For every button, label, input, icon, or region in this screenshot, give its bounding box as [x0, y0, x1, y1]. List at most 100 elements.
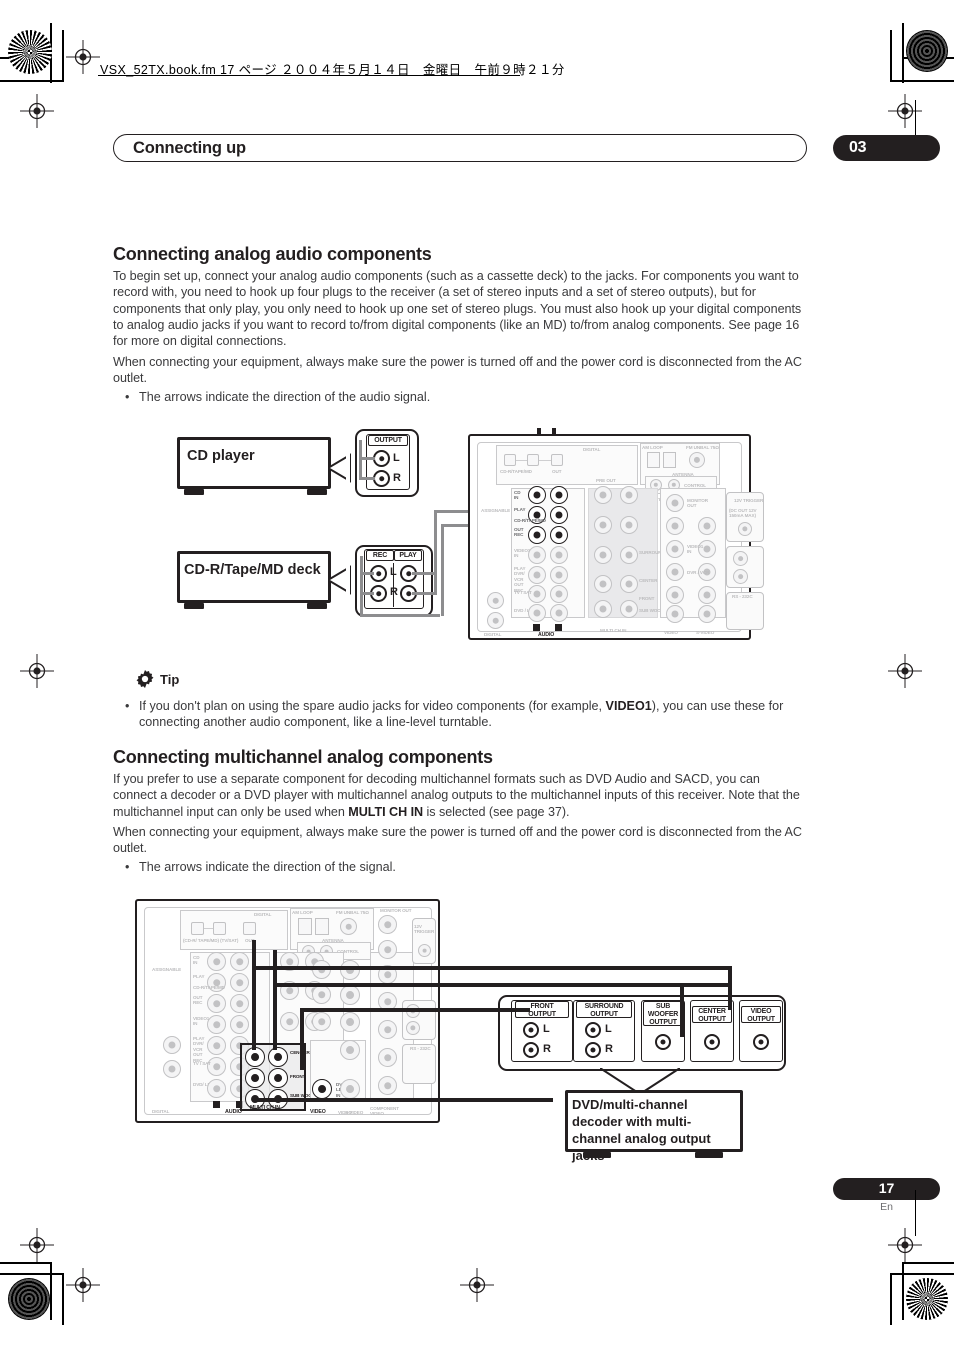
crop-rule [890, 1273, 954, 1275]
digital-in-jack [504, 454, 516, 466]
video1-in-video-jack [666, 540, 684, 558]
sub-woofer-output-jack [655, 1034, 671, 1050]
multi-ch-front-jack-2 [268, 1047, 288, 1067]
svideo-jack-2 [340, 1040, 360, 1060]
ir-jack [733, 569, 748, 584]
bullet-arrows-audio-signal: • The arrows indicate the direction of t… [113, 389, 793, 405]
tip-heading: Tip [160, 672, 180, 687]
video-section-label: VIDEO [664, 630, 678, 635]
tip-bullet: • If you don't plan on using the spare a… [113, 698, 807, 731]
multi-ch-center-jack-2 [245, 1047, 265, 1067]
dvr-vcr-video-label: DVR / VCR [687, 570, 710, 575]
cdr-rec-jack-r [550, 526, 568, 544]
dvr-out-svideo-jack [698, 586, 716, 604]
front-output-jack-r-label: R [543, 1043, 551, 1055]
component-jack-2 [378, 1020, 397, 1039]
multi-ch-center-jack [594, 575, 612, 593]
crop-rule [890, 80, 954, 82]
cable-deck-play-r [412, 592, 436, 595]
cd-in-jack-l-2 [207, 952, 226, 971]
registration-rosette [8, 30, 52, 74]
cable-deck-rec-r [362, 592, 374, 595]
para-bold-multi-ch-in: MULTI CH IN [348, 804, 424, 819]
registration-crosshair [66, 1268, 100, 1302]
registration-crosshair [20, 1228, 54, 1262]
crop-rule [50, 1262, 52, 1320]
front-output-jack-r [523, 1042, 539, 1058]
crop-rule [902, 1262, 904, 1320]
video1-in-label: VIDEO1 IN [687, 544, 704, 555]
cable-mc-run-3 [252, 966, 732, 970]
digital-block [496, 445, 638, 485]
front-output-jack-l [523, 1022, 539, 1038]
surround-output-jack-r-label: R [605, 1043, 613, 1055]
paragraph-analog-intro: To begin set up, connect your analog aud… [113, 269, 802, 349]
registration-crosshair [460, 1268, 494, 1302]
cdr-play-jack-r-2 [230, 973, 249, 992]
cable-mc-run-6 [300, 1008, 304, 1070]
preout-jack [620, 546, 638, 564]
crop-rule [902, 1262, 954, 1264]
svideo-section-label: S-VIDEO [696, 630, 715, 635]
cable-deck-rec-riser [360, 556, 363, 616]
gear-icon [136, 670, 154, 688]
fm-coax-jack-2 [340, 918, 357, 935]
crop-rule [0, 1273, 64, 1275]
cable-deck-play-riser [434, 510, 437, 595]
assignable-label: ASSIGNABLE [481, 508, 511, 513]
preout-jack [594, 546, 612, 564]
surround-output-caption: SURROUND OUTPUT [576, 1001, 632, 1018]
digital-cdr-tape-md-label: CD-R/TAPE/MD [500, 469, 532, 474]
dvd-ld-in-jack-l-2 [207, 1079, 226, 1098]
digital-in-jack-2 [213, 922, 226, 935]
cd-player-foot [307, 489, 327, 495]
dvr-vcr-out-jack-r [550, 585, 568, 603]
cdr-play-label: PLAY [514, 507, 526, 512]
video-output-jack [753, 1034, 769, 1050]
video-jack-2 [312, 1012, 331, 1031]
center-output-caption: CENTER OUTPUT [692, 1006, 732, 1023]
paragraph-analog-power-warning: When connecting your equipment, always m… [113, 355, 802, 386]
page-title: Connecting up [133, 139, 246, 157]
multiroom-jack [733, 551, 748, 566]
digital-out-label: OUT [552, 469, 562, 474]
multi-ch-front-jack [620, 575, 638, 593]
registration-crosshair [66, 40, 100, 74]
dvd-ld-in-jack-l [528, 604, 546, 622]
video1-in-jack-r [550, 546, 568, 564]
bullet-dot: • [125, 699, 130, 713]
tv-sat-jack-l-2 [207, 1057, 226, 1076]
deck-rec-caption: REC [366, 550, 394, 561]
registration-rosette [906, 1278, 948, 1320]
multi-ch-in-label: MULTI CH IN [600, 628, 627, 633]
bullet-dot: • [125, 390, 130, 404]
crop-rule [62, 30, 64, 82]
digital-in-jack-2 [191, 922, 204, 935]
cdr-play-label-2: PLAY [193, 974, 205, 979]
preout-jack [594, 486, 612, 504]
video-section-label-2: VIDEO [310, 1109, 326, 1115]
front-label: FRONT [639, 596, 655, 601]
speaker-terminal [487, 612, 504, 629]
cdr-tape-md-label-2: CD-R/TAPE/MD [193, 985, 225, 990]
cable-mc-run-1 [252, 940, 256, 1050]
trigger-label-2: 12V TRIGGER [414, 924, 435, 935]
surround-output-jack-r [585, 1042, 601, 1058]
monitor-out-svideo-jack [666, 517, 684, 535]
digital-section-label-2: DIGITAL [152, 1109, 170, 1114]
digital-section-label: DIGITAL [484, 632, 502, 637]
video-output-caption: VIDEO OUTPUT [741, 1006, 781, 1023]
svideo-jack-2 [340, 1079, 360, 1099]
video1-in-jack-l-2 [207, 1015, 226, 1034]
dvr-vcr-label: PLAY DVR/VCR OUT REC [514, 566, 526, 593]
bullet-dot: • [125, 860, 130, 874]
decoder-foot [695, 1152, 723, 1158]
cdr-rec-jack-l-2 [207, 994, 226, 1013]
cd-in-label-2: CD IN [193, 955, 200, 966]
registration-rosette [906, 30, 948, 72]
crop-rule [0, 1262, 52, 1264]
paragraph-multichannel-intro: If you prefer to use a separate componen… [113, 771, 807, 820]
component-video-label-2: COMPONENT VIDEO [370, 1106, 399, 1117]
crop-rule [902, 23, 904, 83]
chapter-number: 03 [849, 139, 867, 156]
